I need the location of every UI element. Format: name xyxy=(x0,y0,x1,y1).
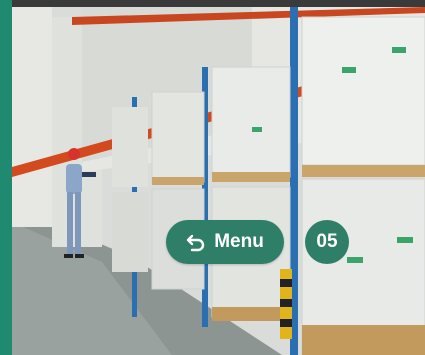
slide-frame: Menu 05 xyxy=(0,0,425,355)
page-number-badge: 05 xyxy=(305,220,349,264)
left-accent-bar xyxy=(0,0,12,355)
warehouse-photo xyxy=(12,7,425,355)
top-band xyxy=(12,0,425,7)
page-number: 05 xyxy=(316,231,338,252)
menu-button-label: Menu xyxy=(214,231,264,252)
undo-arrow-icon xyxy=(186,232,206,252)
menu-button[interactable]: Menu xyxy=(166,220,284,264)
